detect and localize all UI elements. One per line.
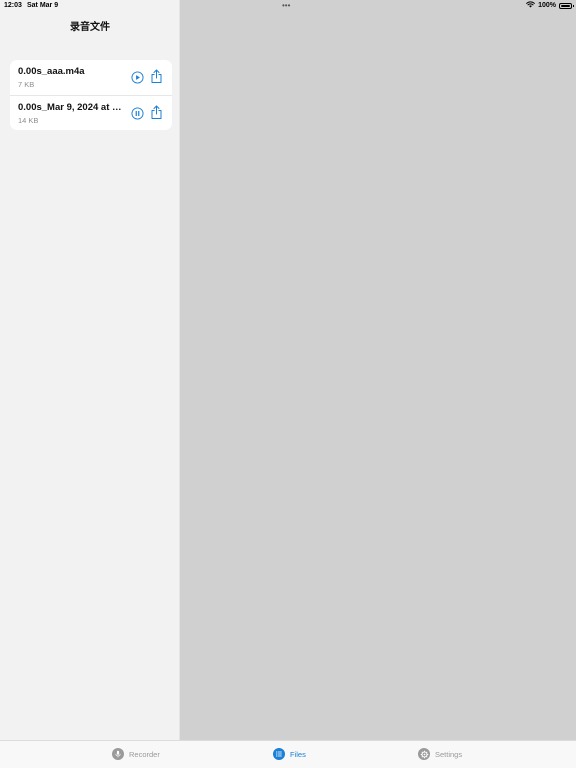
multitasking-dots[interactable]: ••• (282, 1, 290, 10)
wifi-icon (526, 1, 535, 10)
file-row[interactable]: 0.00s_Mar 9, 2024 at 12:03 PM.m4a 14 KB (10, 95, 172, 130)
share-icon (151, 69, 161, 83)
file-name: 0.00s_aaa.m4a (18, 66, 85, 77)
file-size: 7 KB (18, 80, 35, 89)
tab-settings[interactable]: Settings (418, 748, 462, 760)
tab-label: Settings (435, 749, 463, 759)
tab-files[interactable]: Files (273, 748, 306, 760)
battery-percentage: 100% (538, 2, 556, 9)
tab-recorder[interactable]: Recorder (112, 748, 160, 760)
tab-label: Recorder (129, 749, 160, 759)
battery-icon (559, 2, 574, 9)
play-button[interactable] (130, 70, 144, 84)
status-date: Sat Mar 9 (27, 2, 59, 9)
tab-label: Files (290, 749, 306, 759)
file-list: 0.00s_aaa.m4a 7 KB 0.00s_Mar 9, 2024 at … (10, 60, 172, 130)
file-row[interactable]: 0.00s_aaa.m4a 7 KB (10, 60, 172, 95)
tab-bar: Recorder Files Settings (0, 740, 576, 768)
status-time: 12:03 (4, 2, 22, 9)
file-name: 0.00s_Mar 9, 2024 at 12:03 PM.m4a (18, 102, 126, 113)
file-size: 14 KB (18, 116, 39, 125)
sidebar: 录音文件 0.00s_aaa.m4a 7 KB 0.00s_Mar 9, 202… (0, 0, 180, 740)
gear-icon (418, 748, 430, 760)
status-right: 100% (526, 1, 574, 10)
status-bar: 12:03 Sat Mar 9 ••• 100% (0, 0, 576, 12)
list-icon (273, 748, 285, 760)
share-button[interactable] (149, 105, 163, 119)
share-button[interactable] (149, 69, 163, 83)
detail-pane (180, 0, 576, 740)
share-icon (151, 105, 161, 119)
mic-icon (112, 748, 124, 760)
play-icon (130, 70, 144, 84)
pause-icon (130, 106, 144, 120)
pause-button[interactable] (130, 106, 144, 120)
page-title: 录音文件 (70, 22, 110, 33)
